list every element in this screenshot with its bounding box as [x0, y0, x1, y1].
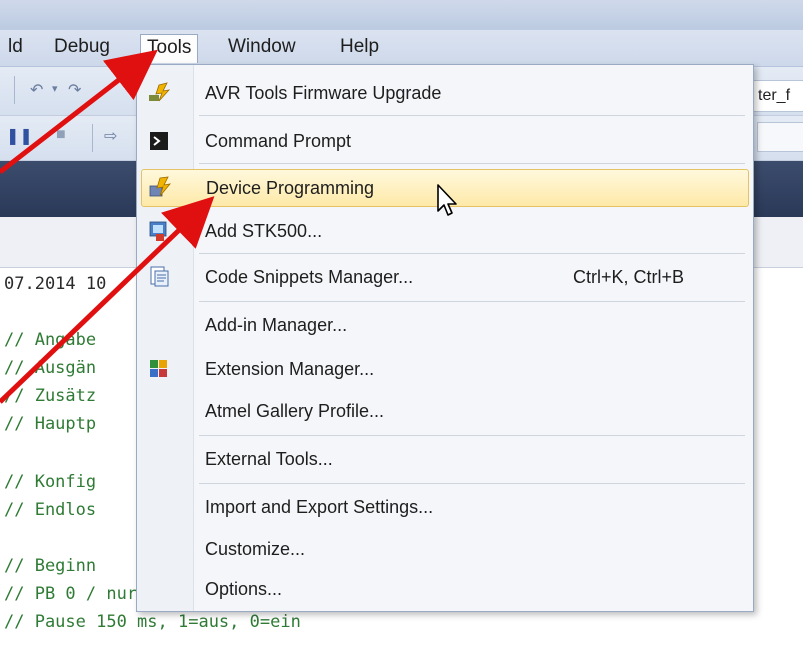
arrow-to-device-programming — [0, 196, 215, 404]
annotation-arrows — [0, 49, 215, 404]
arrow-to-tools-menu — [0, 49, 158, 174]
